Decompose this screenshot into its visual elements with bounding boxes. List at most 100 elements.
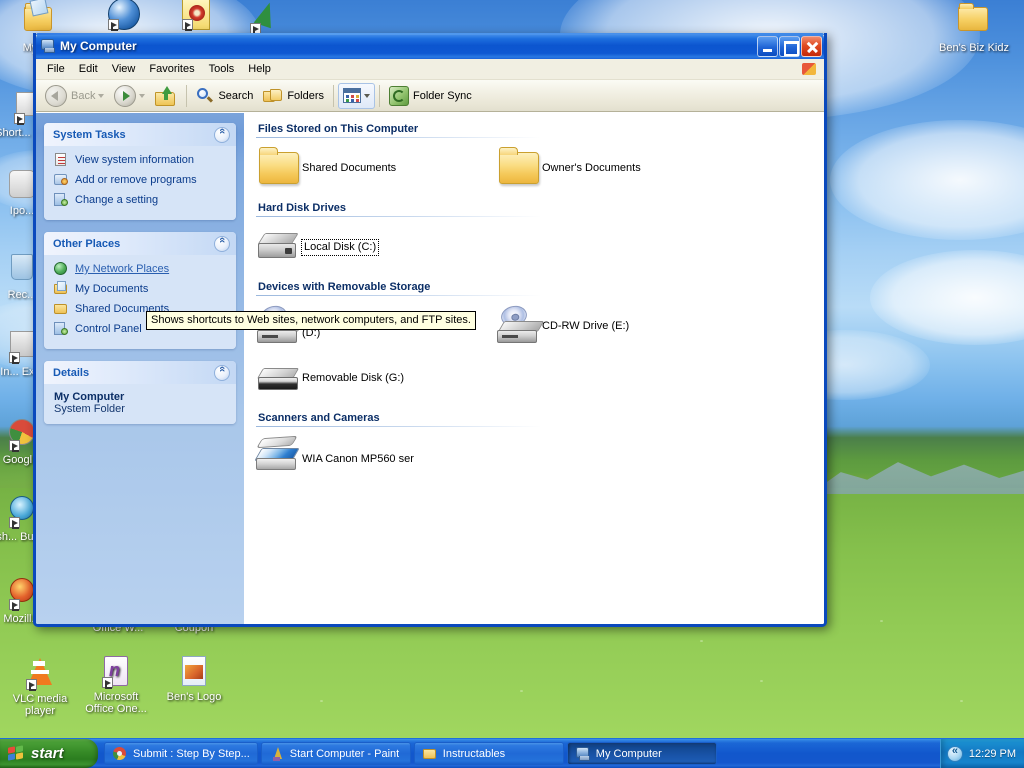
forward-dropdown-caret-icon[interactable]	[139, 93, 146, 98]
maximize-button[interactable]	[779, 35, 800, 57]
shortcut-overlay-icon	[108, 19, 119, 31]
panel-title: Details	[53, 366, 90, 379]
toolbar-separator	[186, 84, 188, 107]
paint-icon	[250, 0, 282, 35]
taskbar-task-list[interactable]: Submit : Step By Step... Start Computer …	[98, 739, 940, 768]
chevron-up-icon[interactable]	[214, 235, 230, 252]
group-divider	[256, 137, 541, 138]
panel-header[interactable]: Details	[44, 361, 236, 384]
close-button[interactable]	[801, 35, 822, 57]
list-item[interactable]: CD-RW Drive (E:)	[496, 303, 736, 346]
panel-details[interactable]: Details My Computer System Folder	[44, 361, 236, 424]
back-button[interactable]: Back	[40, 83, 109, 109]
sidebar-item-view-system-information[interactable]: View system information	[53, 152, 230, 168]
views-dropdown-caret-icon[interactable]	[364, 93, 371, 98]
clock[interactable]: 12:29 PM	[969, 748, 1016, 760]
shortcut-overlay-icon	[9, 352, 20, 364]
sidebar-item-label: Change a setting	[75, 194, 159, 206]
group-items: Local Disk (C:)	[256, 227, 814, 277]
sidebar-item-add-or-remove-programs[interactable]: Add or remove programs	[53, 172, 230, 188]
up-button[interactable]	[150, 83, 182, 109]
group-divider	[256, 426, 541, 427]
chevron-left-icon[interactable]	[946, 745, 963, 762]
views-button[interactable]	[338, 82, 376, 109]
folder-icon	[422, 746, 438, 762]
shortcut-overlay-icon	[9, 440, 20, 452]
desktop-icon-microsoft-office-onenote[interactable]: n Microsoft Office One...	[80, 655, 152, 715]
shortcut-overlay-icon	[9, 599, 20, 611]
sidebar-item-my-documents[interactable]: My Documents	[53, 281, 230, 297]
my-computer-window[interactable]: My Computer File Edit View Favorites Too…	[33, 33, 827, 627]
paint-icon	[269, 746, 285, 762]
back-label: Back	[71, 89, 96, 102]
vlc-icon	[24, 658, 56, 691]
sidebar-item-label: View system information	[75, 154, 195, 166]
menu-help[interactable]: Help	[241, 60, 278, 78]
desktop[interactable]: My D... Short... Co... Ipo...	[0, 0, 1024, 768]
chevron-up-icon[interactable]	[214, 126, 230, 143]
desktop-icon-rose-picture[interactable]	[162, 0, 234, 33]
desktop-icon-bens-logo[interactable]: Ben's Logo	[158, 655, 230, 703]
sidebar-item-label: My Documents	[75, 283, 149, 295]
back-arrow-icon	[45, 84, 67, 107]
panel-header[interactable]: Other Places	[44, 232, 236, 255]
folders-icon	[263, 87, 283, 105]
forward-button[interactable]	[109, 83, 150, 109]
desktop-icon-google-earth[interactable]	[88, 0, 160, 33]
taskbar-item-instructables[interactable]: Instructables	[413, 742, 564, 765]
cloud	[830, 120, 1024, 240]
list-item[interactable]: Owner's Documents	[496, 147, 736, 184]
folder-icon	[256, 147, 302, 184]
list-item[interactable]: Local Disk (C:)	[256, 227, 496, 263]
details-body: My Computer System Folder	[44, 384, 236, 424]
folder-sync-icon	[389, 85, 410, 106]
item-label: Local Disk (C:)	[300, 239, 380, 256]
taskbar[interactable]: start Submit : Step By Step... Start Com…	[0, 738, 1024, 768]
sidebar-item-change-a-setting[interactable]: Change a setting	[53, 192, 230, 208]
task-pane-sidebar[interactable]: System Tasks View system information	[36, 113, 244, 624]
back-dropdown-caret-icon[interactable]	[98, 93, 105, 98]
menu-view[interactable]: View	[105, 60, 143, 78]
sidebar-item-my-network-places[interactable]: My Network Places	[53, 261, 230, 277]
taskbar-item-my-computer[interactable]: My Computer	[566, 742, 717, 765]
onenote-icon: n	[100, 656, 132, 689]
desktop-icon-label: Ben's Logo	[166, 691, 222, 703]
chevron-up-icon[interactable]	[214, 364, 230, 381]
my-computer-icon	[575, 746, 591, 762]
list-item[interactable]: Removable Disk (G:)	[256, 360, 814, 394]
menu-edit[interactable]: Edit	[72, 60, 105, 78]
panel-header[interactable]: System Tasks	[44, 123, 236, 146]
list-item[interactable]: WIA Canon MP560 ser	[254, 435, 496, 473]
taskbar-item-label: My Computer	[595, 747, 662, 760]
shortcut-overlay-icon	[9, 517, 20, 529]
minimize-button[interactable]	[757, 35, 778, 57]
taskbar-item-start-computer-paint[interactable]: Start Computer - Paint	[260, 742, 411, 765]
desktop-icon-vlc-media-player[interactable]: VLC media player	[4, 655, 76, 717]
folder-sync-button[interactable]: Folder Sync	[384, 83, 477, 109]
menu-bar[interactable]: File Edit View Favorites Tools Help	[36, 59, 824, 80]
desktop-icon-label: Ben's Biz Kidz	[939, 42, 1009, 54]
group-divider	[256, 216, 541, 217]
up-folder-icon	[155, 85, 177, 106]
desktop-icon-paint[interactable]	[230, 0, 302, 37]
panel-system-tasks[interactable]: System Tasks View system information	[44, 123, 236, 220]
item-label: WIA Canon MP560 ser	[302, 453, 414, 465]
desktop-icon-bens-biz-kidz[interactable]: Ben's Biz Kidz	[938, 2, 1010, 54]
taskbar-item-submit-step-by-step[interactable]: Submit : Step By Step...	[104, 742, 258, 765]
toolbar[interactable]: Back Search Folders Folder Sync	[36, 80, 824, 112]
start-button[interactable]: start	[0, 739, 98, 768]
menu-file[interactable]: File	[40, 60, 72, 78]
group-divider	[256, 295, 541, 296]
hard-disk-icon	[256, 227, 302, 263]
menu-tools[interactable]: Tools	[202, 60, 242, 78]
window-titlebar[interactable]: My Computer	[36, 33, 824, 59]
item-label: Owner's Documents	[542, 162, 641, 174]
panel-other-places[interactable]: Other Places My Network Places	[44, 232, 236, 349]
window-title: My Computer	[60, 39, 137, 53]
list-item[interactable]: Shared Documents	[256, 147, 496, 184]
folders-button[interactable]: Folders	[258, 83, 329, 109]
content-pane[interactable]: Files Stored on This Computer Shared Doc…	[244, 113, 824, 624]
menu-favorites[interactable]: Favorites	[142, 60, 201, 78]
search-button[interactable]: Search	[191, 83, 258, 109]
system-tray[interactable]: 12:29 PM	[939, 739, 1024, 768]
